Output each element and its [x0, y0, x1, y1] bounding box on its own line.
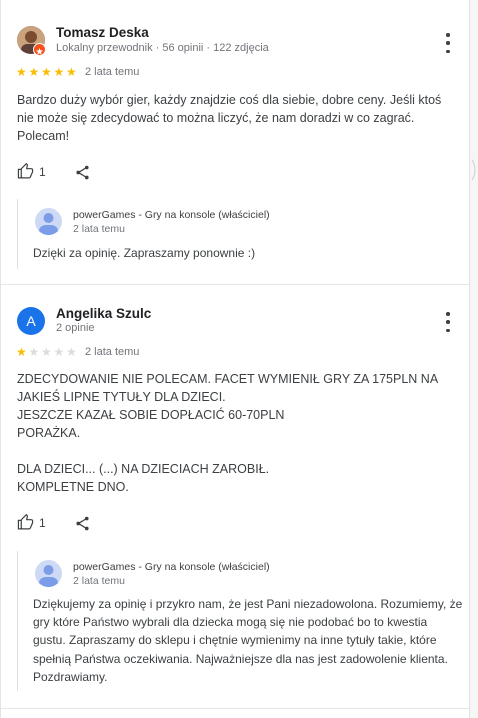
map-edge [470, 0, 478, 718]
star-icon: ★ [53, 65, 65, 79]
reviewer-meta: 2 opinie [56, 322, 95, 334]
review-text: ZDECYDOWANIE NIE POLECAM. FACET WYMIENIŁ… [17, 372, 438, 494]
like-count: 1 [39, 515, 46, 530]
star-icon: ★ [66, 345, 77, 359]
reviewer-meta: Lokalny przewodnik · 56 opinii · 122 zdj… [56, 42, 269, 54]
like-button[interactable]: 1 [17, 514, 46, 531]
star-icon: ★ [28, 65, 40, 79]
reviewer-name[interactable]: Angelika Szulc [56, 306, 151, 321]
more-vert-icon[interactable] [442, 312, 454, 332]
owner-reply-time: 2 lata temu [73, 223, 125, 235]
star-rating: ★ ★ ★ ★ ★ [16, 66, 79, 78]
review-card: Tomasz Deska Lokalny przewodnik · 56 opi… [1, 0, 471, 285]
reviews-panel: Tomasz Deska Lokalny przewodnik · 56 opi… [0, 0, 471, 718]
owner-reply: powerGames - Gry na konsole (właściciel)… [17, 551, 462, 691]
owner-avatar [35, 560, 62, 587]
star-icon: ★ [16, 65, 27, 79]
more-vert-icon[interactable] [442, 33, 454, 53]
share-button[interactable] [74, 164, 91, 186]
reviewer-name[interactable]: Tomasz Deska [56, 25, 149, 40]
star-icon: ★ [66, 65, 77, 79]
owner-reply: powerGames - Gry na konsole (właściciel)… [17, 199, 456, 269]
review-card: A Angelika Szulc 2 opinie ★ ★ ★ ★ ★ 2 la… [1, 285, 471, 718]
star-rating: ★ ★ ★ ★ ★ [16, 346, 79, 358]
star-icon: ★ [16, 345, 27, 359]
share-icon [76, 165, 89, 180]
local-guide-badge-icon [33, 43, 46, 56]
reviewer-avatar[interactable]: A [17, 307, 45, 335]
review-text: Bardzo duży wybór gier, każdy znajdzie c… [17, 93, 442, 143]
thumb-up-icon [17, 514, 34, 530]
owner-reply-text: Dziękujemy za opinię i przykro nam, że j… [33, 597, 463, 684]
share-button[interactable] [74, 515, 91, 537]
like-count: 1 [39, 164, 46, 179]
star-icon: ★ [28, 345, 40, 359]
avatar-letter: A [26, 313, 36, 329]
review-divider [1, 708, 471, 709]
review-time: 2 lata temu [85, 66, 140, 78]
owner-reply-text: Dzięki za opinię. Zapraszamy ponownie :) [33, 246, 256, 260]
star-icon: ★ [41, 65, 52, 79]
owner-name: powerGames - Gry na konsole (właściciel) [73, 209, 270, 221]
star-icon: ★ [41, 345, 52, 359]
star-icon: ★ [53, 345, 65, 359]
owner-reply-time: 2 lata temu [73, 575, 125, 587]
share-icon [76, 516, 89, 531]
owner-avatar [35, 208, 62, 235]
like-button[interactable]: 1 [17, 163, 46, 180]
owner-name: powerGames - Gry na konsole (właściciel) [73, 561, 270, 573]
review-time: 2 lata temu [85, 346, 140, 358]
thumb-up-icon [17, 163, 34, 179]
